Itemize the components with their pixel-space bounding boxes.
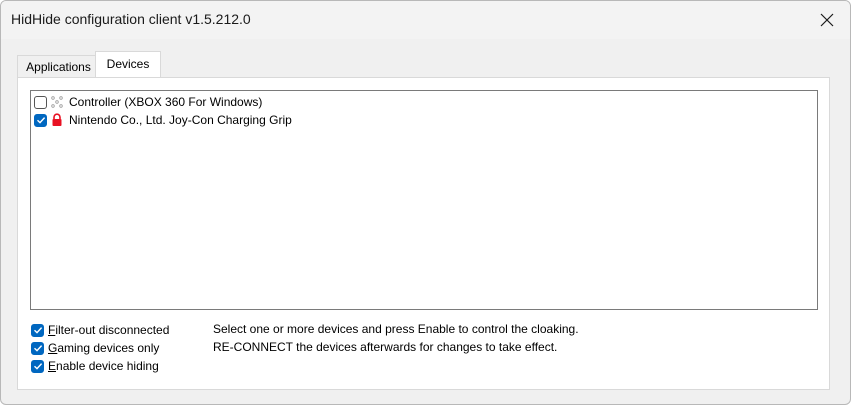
window-title: HidHide configuration client v1.5.212.0 [11, 11, 251, 27]
title-bar[interactable]: HidHide configuration client v1.5.212.0 [1, 1, 850, 39]
enable-hiding-checkbox[interactable] [31, 359, 44, 373]
device-list-item[interactable]: Controller (XBOX 360 For Windows) [34, 93, 262, 111]
gaming-only-label: Gaming devices only [48, 341, 160, 355]
instructions-line-1: Select one or more devices and press Ena… [213, 322, 579, 336]
hidhide-window: HidHide configuration client v1.5.212.0 … [0, 0, 851, 405]
enable-hiding-label: Enable device hiding [48, 359, 159, 373]
filter-disconnected-label: Filter-out disconnected [48, 323, 170, 337]
gamepad-icon [50, 95, 64, 109]
filter-disconnected-checkbox[interactable] [31, 323, 44, 337]
filter-disconnected-option[interactable]: Filter-out disconnected [31, 321, 169, 339]
gaming-only-option[interactable]: Gaming devices only [31, 339, 159, 357]
enable-hiding-option[interactable]: Enable device hiding [31, 357, 159, 375]
gaming-only-checkbox[interactable] [31, 341, 44, 355]
checkmark-icon [36, 117, 45, 124]
close-icon [820, 13, 834, 27]
instructions-line-2: RE-CONNECT the devices afterwards for ch… [213, 340, 558, 354]
device-checkbox[interactable] [34, 95, 47, 109]
close-button[interactable] [804, 1, 850, 39]
tab-applications[interactable]: Applications [17, 55, 100, 78]
tab-devices[interactable]: Devices [95, 51, 161, 77]
checkmark-icon [33, 345, 42, 352]
device-label: Controller (XBOX 360 For Windows) [69, 95, 263, 109]
lock-icon [50, 113, 64, 127]
instructions-text: Select one or more devices and press Ena… [213, 320, 579, 356]
checkmark-icon [33, 363, 42, 370]
checkmark-icon [33, 327, 42, 334]
device-label: Nintendo Co., Ltd. Joy-Con Charging Grip [69, 113, 292, 127]
device-checkbox[interactable] [34, 113, 47, 127]
device-list-item[interactable]: Nintendo Co., Ltd. Joy-Con Charging Grip [34, 111, 292, 129]
device-list[interactable]: Controller (XBOX 360 For Windows) Ninten… [30, 90, 818, 310]
